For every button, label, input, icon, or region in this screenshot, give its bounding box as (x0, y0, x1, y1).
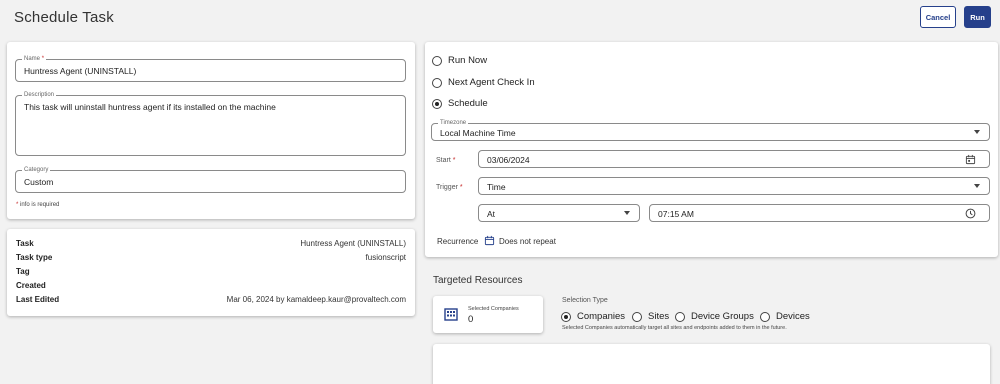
at-select[interactable]: At (478, 204, 640, 222)
task-details-card: Task Huntress Agent (UNINSTALL) Task typ… (7, 229, 415, 316)
detail-row-tag: Tag (16, 264, 406, 278)
selected-companies-label: Selected Companies (468, 306, 519, 312)
name-field-label: Name * (22, 55, 47, 63)
description-field-label: Description (22, 91, 57, 99)
recurrence-value[interactable]: Does not repeat (499, 237, 556, 246)
building-icon (444, 308, 458, 321)
radio-companies[interactable] (561, 311, 571, 322)
selection-device-groups[interactable]: Device Groups (675, 311, 754, 322)
selected-companies-card[interactable]: Selected Companies 0 (433, 296, 543, 333)
time-input[interactable]: 07:15 AM (649, 204, 990, 222)
radio-run-now[interactable] (432, 55, 442, 66)
task-form-card: Name * Huntress Agent (UNINSTALL) Descri… (7, 42, 415, 219)
selection-note: Selected Companies automatically target … (562, 325, 787, 331)
timezone-label: Timezone (438, 119, 469, 127)
start-date-value: 03/06/2024 (487, 155, 530, 165)
calendar-repeat-icon[interactable] (484, 235, 495, 246)
selection-type-label: Selection Type (562, 297, 608, 304)
run-button[interactable]: Run (964, 6, 991, 28)
detail-key: Last Edited (16, 294, 60, 304)
category-field[interactable]: Category Custom (15, 166, 406, 193)
recurrence-label: Recurrence (437, 237, 479, 246)
option-label: Schedule (448, 98, 488, 109)
start-label: Start * (436, 157, 456, 164)
radio-device-groups[interactable] (675, 311, 685, 322)
detail-value: fusionscript (365, 252, 406, 262)
start-date-input[interactable]: 03/06/2024 (478, 150, 990, 168)
radio-devices[interactable] (760, 311, 770, 322)
trigger-label: Trigger * (436, 184, 463, 191)
detail-key: Task type (16, 252, 53, 262)
option-label: Sites (648, 311, 670, 322)
category-field-label: Category (22, 166, 51, 174)
timezone-select[interactable]: Timezone Local Machine Time (431, 119, 990, 141)
chevron-down-icon (974, 184, 980, 188)
radio-sites[interactable] (632, 311, 642, 322)
detail-row-created: Created (16, 278, 406, 292)
targeted-resources-title: Targeted Resources (433, 275, 523, 286)
schedule-card: Run Now Next Agent Check In Schedule Tim… (425, 42, 998, 257)
description-field-value: This task will uninstall huntress agent … (24, 102, 276, 112)
name-field[interactable]: Name * Huntress Agent (UNINSTALL) (15, 55, 406, 82)
option-label: Device Groups (691, 311, 754, 322)
option-run-now[interactable]: Run Now (432, 55, 487, 66)
timezone-value: Local Machine Time (440, 128, 516, 138)
detail-value: Mar 06, 2024 by kamaldeep.kaur@provaltec… (226, 294, 406, 304)
detail-row-task-type: Task type fusionscript (16, 250, 406, 264)
clock-icon[interactable] (965, 208, 976, 219)
cancel-button[interactable]: Cancel (920, 6, 956, 28)
trigger-value: Time (487, 182, 506, 192)
detail-value: Huntress Agent (UNINSTALL) (300, 238, 406, 248)
chevron-down-icon (624, 211, 630, 215)
selected-companies-count: 0 (468, 314, 474, 325)
resource-list-panel (433, 344, 990, 384)
option-next-agent-check-in[interactable]: Next Agent Check In (432, 77, 535, 88)
detail-key: Tag (16, 266, 30, 276)
option-label: Devices (776, 311, 810, 322)
option-label: Companies (577, 311, 626, 322)
radio-next-agent-check-in[interactable] (432, 77, 442, 88)
detail-key: Task (16, 238, 34, 248)
detail-row-last-edited: Last Edited Mar 06, 2024 by kamaldeep.ka… (16, 292, 406, 306)
detail-key: Created (16, 280, 46, 290)
required-note: * info is required (16, 202, 60, 208)
at-value: At (487, 209, 496, 219)
name-field-value: Huntress Agent (UNINSTALL) (24, 66, 137, 76)
detail-row-task: Task Huntress Agent (UNINSTALL) (16, 236, 406, 250)
calendar-icon[interactable] (965, 154, 976, 165)
selection-devices[interactable]: Devices (760, 311, 810, 322)
option-schedule[interactable]: Schedule (432, 98, 488, 109)
option-label: Next Agent Check In (448, 77, 535, 88)
selection-companies[interactable]: Companies (561, 311, 625, 322)
selection-sites[interactable]: Sites (632, 311, 669, 322)
time-value: 07:15 AM (658, 209, 694, 219)
category-field-value: Custom (24, 177, 54, 187)
chevron-down-icon (974, 130, 980, 134)
page-title: Schedule Task (14, 9, 114, 26)
trigger-select[interactable]: Time (478, 177, 990, 195)
option-label: Run Now (448, 55, 488, 66)
radio-schedule[interactable] (432, 98, 442, 109)
description-field[interactable]: Description This task will uninstall hun… (15, 91, 406, 156)
